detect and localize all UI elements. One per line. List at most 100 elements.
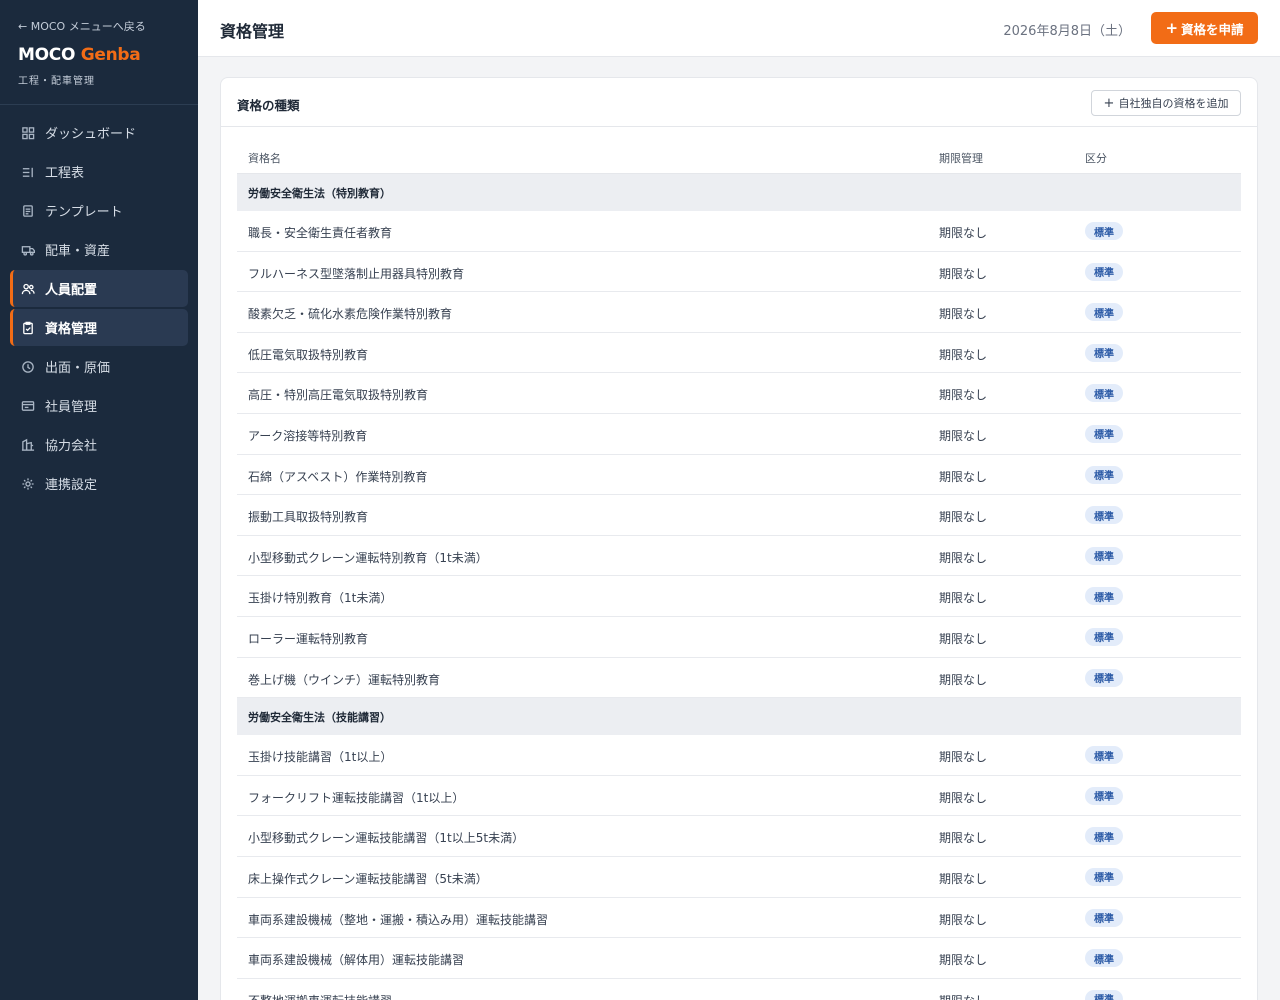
category-badge: 標準 [1085,546,1123,565]
qualification-name: 振動工具取扱特別教育 [248,510,369,525]
plus-icon: + [1103,95,1115,111]
table-row[interactable]: 石綿（アスベスト）作業特別教育 期限なし 標準 [237,455,1241,496]
gear-icon [21,477,35,491]
category-badge: 標準 [1085,303,1123,322]
category-badge: 標準 [1085,222,1123,240]
category-badge: 標準 [1085,668,1123,687]
category-badge: 標準 [1085,867,1123,886]
qualification-name: 玉掛け特別教育（1t未満） [248,591,393,606]
qualification-table: 資格名 期限管理 区分 労働安全衛生法（特別教育） 職長・安全衛生責任者教育 期限な… [237,144,1241,1000]
table-row[interactable]: 玉掛け特別教育（1t未満） 期限なし 標準 [237,576,1241,617]
brand-main: MOCO [18,45,76,65]
card-header: 資格の種類 + 自社独自の資格を追加 [221,78,1257,127]
expiry-management: 期限なし [939,790,988,805]
table-row[interactable]: 小型移動式クレーン運転技能講習（1t以上5t未満） 期限なし 標準 [237,816,1241,857]
sidebar-item[interactable]: 工程表 [10,153,188,190]
sidebar-item-label: 資格管理 [45,322,98,337]
brand-accent: Genba [80,45,141,65]
table-row[interactable]: 巻上げ機（ウインチ）運転特別教育 期限なし 標準 [237,658,1241,699]
table-row[interactable]: 車両系建設機械（整地・運搬・積込み用）運転技能講習 期限なし 標準 [237,898,1241,939]
expiry-management: 期限なし [939,750,988,765]
group-row: 労働安全衛生法（技能講習） [237,698,1241,736]
sidebar-item[interactable]: 配車・資産 [10,231,188,268]
qualification-name: 車両系建設機械（整地・運搬・積込み用）運転技能講習 [248,912,549,927]
sidebar-item[interactable]: 協力会社 [10,426,188,463]
table-row[interactable]: フルハーネス型墜落制止用器具特別教育 期限なし 標準 [237,252,1241,293]
sidebar-item[interactable]: 資格管理 [10,309,188,346]
sidebar-item[interactable]: ダッシュボード [10,114,188,151]
qualification-name: 車両系建設機械（解体用）運転技能講習 [248,953,465,968]
table-row[interactable]: 振動工具取扱特別教育 期限なし 標準 [237,495,1241,536]
sidebar-divider [0,104,198,105]
apply-qualification-label: 資格を申請 [1181,21,1244,37]
users-icon [21,282,35,296]
category-badge: 標準 [1085,627,1123,646]
clock-icon [21,360,35,374]
qualification-name: 低圧電気取扱特別教育 [248,347,369,362]
building-icon [21,438,35,452]
category-badge: 標準 [1085,343,1123,362]
table-row[interactable]: 高圧・特別高圧電気取扱特別教育 期限なし 標準 [237,373,1241,414]
table-row[interactable]: 玉掛け技能講習（1t以上） 期限なし 標準 [237,735,1241,776]
expiry-management: 期限なし [939,550,988,565]
expiry-management: 期限なし [939,428,988,443]
sidebar-item[interactable]: 社員管理 [10,387,188,424]
sidebar: ← MOCO メニューへ戻る MOCO Genba 工程・配車管理 ダッシュボー… [0,0,198,1000]
table-row[interactable]: ローラー運転特別教育 期限なし 標準 [237,617,1241,658]
sidebar-item[interactable]: テンプレート [10,192,188,229]
qualification-name: 小型移動式クレーン運転技能講習（1t以上5t未満） [248,831,525,846]
group-row: 労働安全衛生法（特別教育） [237,174,1241,211]
table-row[interactable]: 不整地運搬車運転技能講習 期限なし 標準 [237,979,1241,1000]
expiry-management: 期限なし [939,631,988,646]
category-badge: 標準 [1085,786,1123,805]
expiry-management: 期限なし [939,831,988,846]
table-row[interactable]: 職長・安全衛生責任者教育 期限なし 標準 [237,211,1241,252]
expiry-management: 期限なし [939,992,987,1000]
table-row[interactable]: 低圧電気取扱特別教育 期限なし 標準 [237,333,1241,374]
truck-icon [21,243,35,257]
expiry-management: 期限なし [939,912,988,927]
qualification-name: ローラー運転特別教育 [248,631,369,646]
category-badge: 標準 [1085,908,1123,927]
expiry-management: 期限なし [939,226,988,240]
back-to-moco-menu-link[interactable]: ← MOCO メニューへ戻る [18,18,146,34]
category-badge: 標準 [1085,424,1123,443]
category-badge: 標準 [1085,949,1123,968]
expiry-management: 期限なし [939,953,988,968]
apply-qualification-button[interactable]: + 資格を申請 [1151,12,1258,44]
page-title: 資格管理 [220,22,285,41]
table-row[interactable]: フォークリフト運転技能講習（1t以上） 期限なし 標準 [237,776,1241,817]
expiry-management: 期限なし [939,266,988,281]
sidebar-item-label: 配車・資産 [45,244,111,259]
add-custom-qualification-label: 自社独自の資格を追加 [1118,97,1229,110]
expiry-management: 期限なし [939,469,988,484]
expiry-management: 期限なし [939,307,988,322]
sidebar-item-label: 社員管理 [45,400,98,415]
sidebar-item-label: ダッシュボード [45,127,137,142]
column-header-name: 資格名 [248,152,281,165]
sidebar-item-label: 連携設定 [45,478,98,493]
qualification-name: 玉掛け技能講習（1t以上） [248,750,393,765]
sidebar-item[interactable]: 出面・原価 [10,348,188,385]
list-icon [21,165,35,179]
table-header: 資格名 期限管理 区分 [237,144,1241,174]
table-row[interactable]: アーク溶接等特別教育 期限なし 標準 [237,414,1241,455]
sidebar-nav: ダッシュボード工程表 テンプレート配車・資産人員配置資格管理出面・原価社員管理協力… [10,114,188,504]
sidebar-item[interactable]: 連携設定 [10,465,188,502]
table-row[interactable]: 車両系建設機械（解体用）運転技能講習 期限なし 標準 [237,938,1241,979]
qualification-types-card: 資格の種類 + 自社独自の資格を追加 資格名 期限管理 区分 労働安全衛生法（特… [220,77,1258,1000]
card-title: 資格の種類 [237,98,300,113]
add-custom-qualification-button[interactable]: + 自社独自の資格を追加 [1091,90,1241,116]
qualification-name: 酸素欠乏・硫化水素危険作業特別教育 [248,307,453,322]
category-badge: 標準 [1085,384,1123,403]
sidebar-item[interactable]: 人員配置 [10,270,188,307]
qualification-name: アーク溶接等特別教育 [248,428,368,443]
category-badge: 標準 [1085,587,1123,606]
category-badge: 標準 [1085,746,1123,765]
qualification-name: 職長・安全衛生責任者教育 [248,226,393,240]
plus-icon: + [1165,19,1179,37]
sidebar-item-label: 協力会社 [45,439,98,454]
table-row[interactable]: 小型移動式クレーン運転特別教育（1t未満） 期限なし 標準 [237,536,1241,577]
table-row[interactable]: 床上操作式クレーン運転技能講習（5t未満） 期限なし 標準 [237,857,1241,898]
table-row[interactable]: 酸素欠乏・硫化水素危険作業特別教育 期限なし 標準 [237,292,1241,333]
